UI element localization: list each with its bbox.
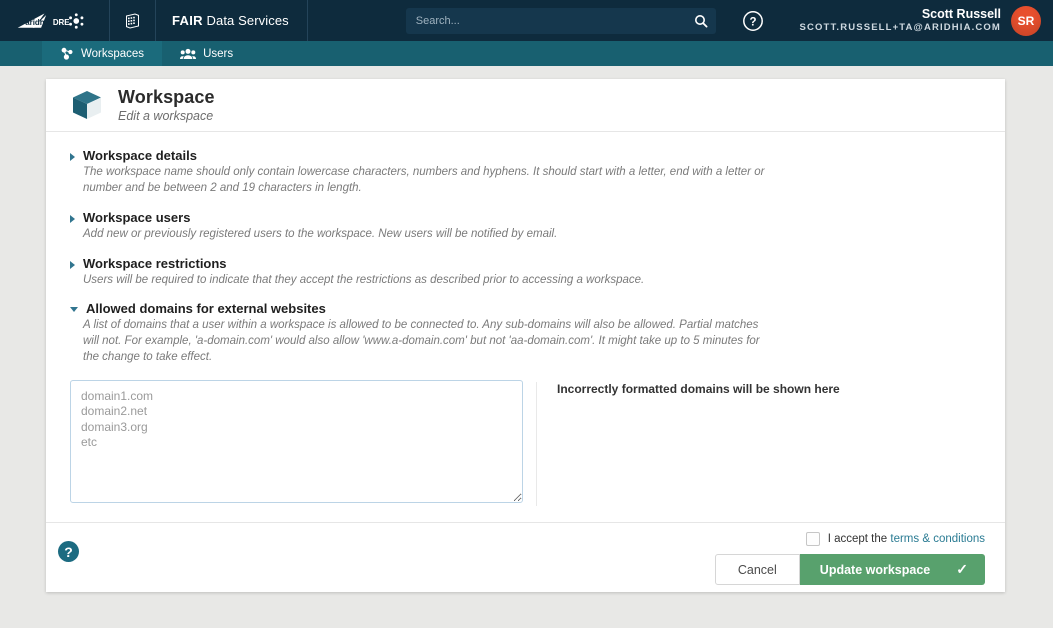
user-menu[interactable]: Scott Russell SCOTT.RUSSELL+TA@ARIDHIA.C… [784, 0, 1053, 41]
page-title: Workspace [118, 86, 215, 107]
apps-grid-icon [126, 13, 139, 29]
section-header-allowed-domains[interactable]: Allowed domains for external websites [70, 301, 981, 316]
top-header-bar: aridhia DRE FAIR Data Services Search...… [0, 0, 1053, 41]
card-body: Workspace details The workspace name sho… [46, 132, 1005, 522]
section-workspace-details: Workspace details The workspace name sho… [70, 148, 981, 197]
svg-text:DRE: DRE [53, 18, 70, 27]
user-name: Scott Russell [921, 6, 1001, 21]
section-description: Users will be required to indicate that … [83, 273, 645, 286]
user-email: SCOTT.RUSSELL+TA@ARIDHIA.COM [799, 22, 1001, 34]
section-description: The workspace name should only contain l… [83, 166, 765, 194]
cube-icon [73, 91, 101, 119]
section-header-workspace-details[interactable]: Workspace details [70, 148, 981, 163]
section-title: Workspace restrictions [83, 255, 227, 271]
domains-input-column [70, 380, 536, 508]
allowed-domains-panel: Incorrectly formatted domains will be sh… [70, 380, 981, 508]
page-subtitle: Edit a workspace [118, 108, 214, 123]
accept-terms-label: I accept the terms & conditions [828, 533, 985, 545]
footer-help-button[interactable]: ? [58, 541, 79, 562]
footer-actions: I accept the terms & conditions Cancel U… [714, 532, 985, 585]
terms-and-conditions-link[interactable]: terms & conditions [890, 533, 985, 545]
section-title: Workspace users [83, 209, 191, 225]
accept-terms-prefix: I accept the [827, 533, 888, 545]
section-title: Allowed domains for external websites [86, 301, 326, 317]
section-header-workspace-users[interactable]: Workspace users [70, 210, 981, 225]
section-allowed-domains: Allowed domains for external websites A … [70, 301, 981, 508]
section-title: Workspace details [83, 148, 197, 163]
cancel-button[interactable]: Cancel [714, 554, 800, 585]
chevron-right-icon [70, 214, 75, 223]
domains-errors-label: Incorrectly formatted domains will be sh… [557, 382, 840, 397]
nav-label-workspaces: Workspaces [81, 47, 145, 60]
section-header-workspace-restrictions[interactable]: Workspace restrictions [70, 256, 981, 271]
chevron-right-icon [70, 260, 75, 269]
accept-terms-checkbox[interactable] [805, 532, 820, 546]
avatar[interactable]: SR [1011, 5, 1041, 36]
card-header: Workspace Edit a workspace [46, 79, 1005, 132]
header-help-button[interactable]: ? [722, 0, 784, 41]
section-description: A list of domains that a user within a w… [83, 319, 760, 364]
section-description: Add new or previously registered users t… [83, 227, 558, 240]
check-icon: ✓ [956, 561, 968, 577]
search-container [405, 7, 716, 34]
chevron-right-icon [70, 153, 75, 161]
section-workspace-restrictions: Workspace restrictions Users will be req… [70, 256, 981, 289]
nav-item-users[interactable]: Users [162, 41, 251, 66]
footer-button-row: Cancel Update workspace ✓ [714, 554, 985, 585]
brand-rest-label: Data Services [206, 13, 289, 28]
svg-text:aridhia: aridhia [25, 18, 52, 27]
workspace-card: Workspace Edit a workspace Workspace det… [46, 79, 1005, 592]
domains-errors-column: Incorrectly formatted domains will be sh… [537, 380, 840, 508]
workspaces-icon [61, 47, 73, 60]
section-workspace-users: Workspace users Add new or previously re… [70, 210, 981, 243]
aridhia-dre-logo[interactable]: aridhia DRE [0, 0, 110, 41]
apps-grid-button[interactable] [110, 0, 156, 41]
user-text-block: Scott Russell SCOTT.RUSSELL+TA@ARIDHIA.C… [800, 7, 1001, 35]
aridhia-dre-logo-icon: aridhia DRE [17, 12, 84, 29]
card-title-block: Workspace Edit a workspace [118, 87, 215, 123]
page-content: Workspace Edit a workspace Workspace det… [0, 66, 1053, 628]
users-icon [180, 48, 197, 59]
nav-item-workspaces[interactable]: Workspaces [42, 41, 163, 66]
accept-terms-row: I accept the terms & conditions [805, 532, 985, 546]
help-circle-icon: ? [742, 10, 763, 31]
svg-text:?: ? [749, 16, 756, 28]
allowed-domains-textarea[interactable] [70, 380, 523, 504]
update-workspace-label: Update workspace [819, 562, 931, 577]
search-input[interactable] [405, 7, 716, 34]
card-footer: ? I accept the terms & conditions Cancel… [46, 522, 1005, 592]
fair-data-services-brand[interactable]: FAIR Data Services [156, 0, 308, 41]
update-workspace-button[interactable]: Update workspace ✓ [799, 554, 985, 585]
nav-label-users: Users [203, 47, 234, 60]
brand-fair-label: FAIR [172, 13, 203, 28]
main-nav: Workspaces Users [0, 41, 1053, 66]
chevron-down-icon [70, 307, 78, 313]
